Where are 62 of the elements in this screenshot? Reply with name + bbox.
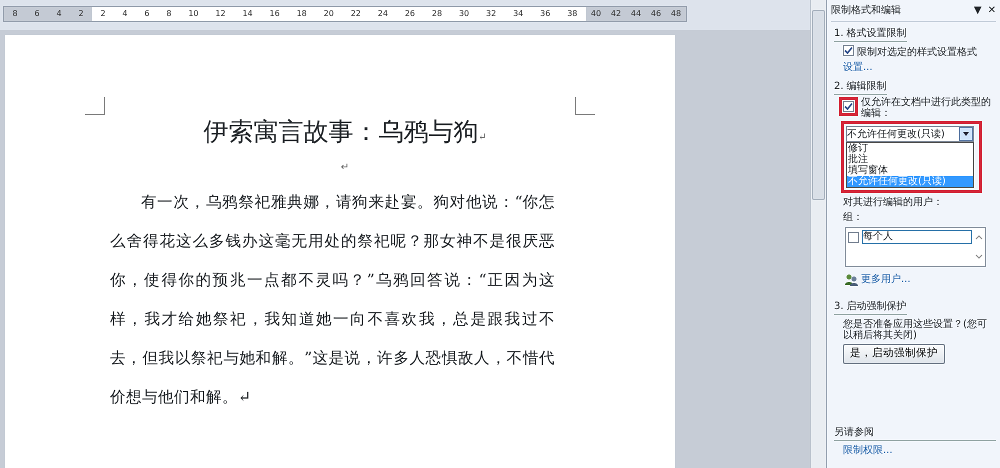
restrict-permission-link[interactable]: 限制权限... [843, 445, 893, 456]
body-paragraph: 有一次，乌鸦祭祀雅典娜，请狗来赴宴。狗对他说：“你怎么舍得花这么多钱办这毫无用处的祭祀呢？那女神不是很厌恶你，使得你的预兆一点都不灵吗？”乌鸦回答说：“正因为这样，我才给她祭祀，我知道她一向不喜欢我，总是跟我过不去，但我以祭祀与她和解。”这是说，许多人恐惧敌人，不惜代价想与他们和解。↵ [110, 192, 555, 408]
dropdown-option[interactable]: 填写窗体 [847, 165, 973, 176]
group-label: 组： [843, 212, 863, 223]
ruler-number: 4 [56, 8, 62, 20]
ruler-number: 38 [567, 8, 578, 20]
ruler-number: 14 [242, 8, 253, 20]
scroll-thumb[interactable] [812, 10, 825, 200]
crop-mark-icon [575, 97, 595, 115]
more-users-link[interactable]: 更多用户... [861, 272, 911, 287]
ruler-number: 2 [78, 8, 84, 20]
paragraph-mark: ↵ [340, 162, 350, 172]
dropdown-option[interactable]: 批注 [847, 154, 973, 165]
users-icon [845, 274, 858, 286]
see-also-heading: 另请参阅 [834, 427, 874, 438]
section-heading: 2. 编辑限制 [834, 79, 887, 95]
ruler-number: 28 [432, 8, 442, 20]
ruler-number: 36 [540, 8, 550, 20]
dropdown-option[interactable]: 修订 [847, 143, 973, 154]
start-protection-button[interactable]: 是，启动强制保护 [843, 344, 945, 364]
ruler-number: 8 [166, 8, 172, 20]
ruler-number: 32 [486, 8, 496, 20]
help-text: 您是否准备应用这些设置？(您可以稍后将其关闭) [843, 319, 987, 341]
close-icon[interactable]: ✕ [988, 3, 996, 18]
ruler-number: 2 [100, 8, 106, 20]
ruler-number: 22 [350, 8, 361, 20]
pane-title: 限制格式和编辑 [831, 4, 901, 18]
ruler-number: 26 [404, 8, 415, 20]
user-list[interactable]: 每个人 [845, 227, 986, 267]
ruler-number: 40 [590, 8, 602, 20]
help-text: 对其进行编辑的用户： [843, 197, 943, 208]
user-name: 每个人 [862, 230, 972, 244]
settings-link[interactable]: 设置... [843, 62, 873, 73]
ruler-number: 30 [458, 8, 470, 20]
ruler-number: 42 [610, 8, 622, 20]
ruler-number: 48 [670, 8, 682, 20]
scrollbar[interactable] [810, 0, 826, 468]
menu-icon[interactable]: ▼ [974, 3, 982, 18]
checkbox[interactable] [843, 101, 854, 112]
checkbox[interactable] [843, 45, 854, 56]
ruler-number: 10 [188, 8, 198, 20]
dropdown[interactable]: 不允许任何更改(只读) [846, 126, 974, 142]
ruler-number: 20 [324, 8, 334, 20]
crop-mark-icon [85, 97, 105, 115]
paragraph-mark: ↵ [478, 132, 487, 143]
ruler-number: 4 [122, 8, 128, 20]
document-title: 伊索寓言故事：乌鸦与狗 [203, 117, 478, 146]
ruler-number: 16 [270, 8, 280, 20]
section-heading: 1. 格式设置限制 [834, 26, 907, 42]
ruler-number: 6 [144, 8, 150, 20]
checkbox-label: 限制对选定的样式设置格式 [857, 46, 977, 60]
ruler-number: 24 [378, 8, 388, 20]
ruler-number: 8 [12, 8, 18, 20]
ruler-number: 46 [650, 8, 662, 20]
ruler-number: 44 [630, 8, 642, 20]
section-heading: 3. 启动强制保护 [834, 299, 907, 315]
ruler-number: 34 [513, 8, 524, 20]
checkbox[interactable] [848, 232, 859, 242]
checkbox-label: 仅允许在文档中进行此类型的编辑： [861, 97, 992, 119]
ruler-number: 6 [34, 8, 40, 20]
ruler-number: 12 [215, 8, 226, 20]
ruler-number: 18 [296, 8, 307, 20]
